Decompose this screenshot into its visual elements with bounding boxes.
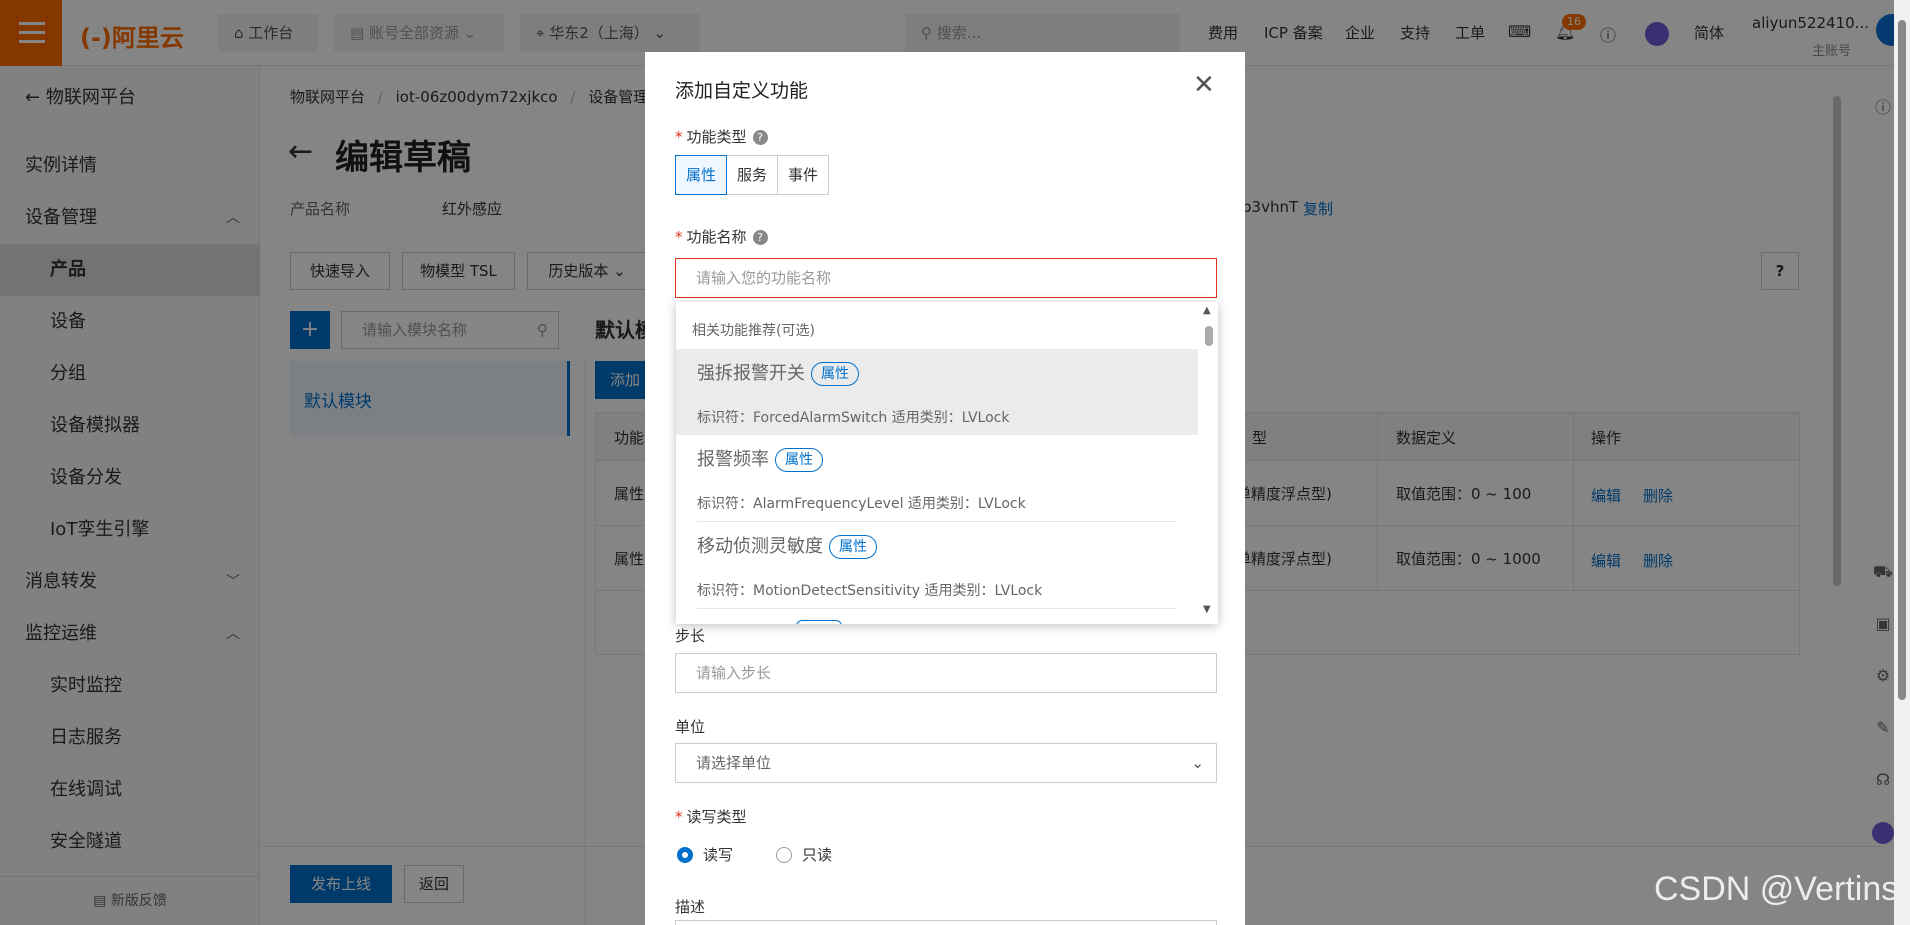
suggestion-item[interactable]: 强拆报警开关 属性 标识符：ForcedAlarmSwitch 适用类别：LVLo… <box>676 349 1198 435</box>
watermark: CSDN @Vertins <box>1654 870 1899 908</box>
func-type-label: * 功能类型? <box>675 126 768 147</box>
property-tag: 属性 <box>829 535 877 559</box>
suggestion-name: 报警频率 <box>697 449 769 470</box>
property-tag: 属性 <box>775 448 823 472</box>
suggestion-desc: 标识符：MotionDetectSensitivity 适用类别：LVLock <box>697 583 1043 599</box>
dropdown-header: 相关功能推荐(可选) <box>692 323 815 339</box>
chevron-down-icon: ⌄ <box>1191 754 1204 772</box>
suggestion-item[interactable]: 移动侦测灵敏度 属性 标识符：MotionDetectSensitivity 适用… <box>676 522 1198 608</box>
unit-select[interactable]: 请选择单位 ⌄ <box>675 743 1217 783</box>
rw-readwrite-label[interactable]: 读写 <box>703 844 733 865</box>
unit-label: 单位 <box>675 718 706 736</box>
step-input[interactable]: 请输入步长 <box>675 653 1217 693</box>
rw-readonly-label[interactable]: 只读 <box>802 844 832 865</box>
suggestion-dropdown: 相关功能推荐(可选) 强拆报警开关 属性 标识符：ForcedAlarmSwitc… <box>676 302 1218 624</box>
func-type-event[interactable]: 事件 <box>777 155 829 195</box>
func-name-label: * 功能名称? <box>675 226 768 247</box>
suggestion-item[interactable]: 报警频率 属性 标识符：AlarmFrequencyLevel 适用类别：LVLo… <box>676 435 1198 521</box>
property-tag: 属性 <box>811 362 859 386</box>
scroll-up-icon[interactable]: ▲ <box>1203 305 1211 316</box>
rw-radio-readwrite[interactable] <box>677 847 693 863</box>
window-scrollbar[interactable] <box>1894 0 1910 925</box>
func-type-property[interactable]: 属性 <box>675 155 727 195</box>
dialog-title: 添加自定义功能 <box>675 80 809 102</box>
dropdown-scrollbar[interactable]: ▲ ▼ <box>1200 302 1218 624</box>
suggestion-name: 强拆报警开关 <box>697 363 805 384</box>
suggestion-name: 移动侦测灵敏度 <box>697 536 823 557</box>
scroll-down-icon[interactable]: ▼ <box>1203 604 1211 615</box>
step-label: 步长 <box>675 627 706 645</box>
suggestion-desc: 标识符：ForcedAlarmSwitch 适用类别：LVLock <box>697 410 1010 426</box>
help-icon[interactable]: ? <box>752 130 768 145</box>
description-input[interactable] <box>675 920 1217 925</box>
description-label: 描述 <box>675 898 706 916</box>
close-icon[interactable]: ✕ <box>1193 70 1215 100</box>
func-type-service[interactable]: 服务 <box>726 155 778 195</box>
rw-type-label: * 读写类型 <box>675 808 747 826</box>
rw-radio-readonly[interactable] <box>776 847 792 863</box>
func-name-input[interactable]: 请输入您的功能名称 <box>675 258 1217 298</box>
suggestion-desc: 标识符：AlarmFrequencyLevel 适用类别：LVLock <box>697 496 1026 512</box>
help-icon[interactable]: ? <box>752 230 768 245</box>
